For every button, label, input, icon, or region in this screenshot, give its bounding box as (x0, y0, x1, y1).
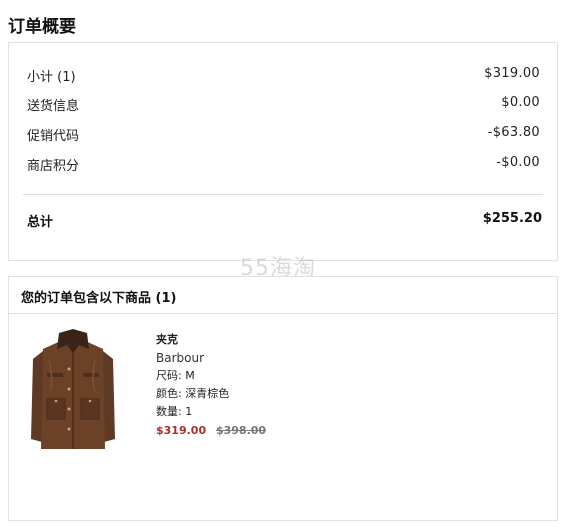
store-credit-row: 商店积分 -$0.00 (27, 155, 540, 174)
subtotal-row: 小计 (1) $319.00 (27, 66, 540, 85)
jacket-image (31, 329, 115, 449)
price-row: $319.00 $398.00 (156, 422, 266, 440)
items-header: 您的订单包含以下商品 (1) (9, 277, 557, 314)
total-label: 总计 (27, 215, 54, 230)
product-image[interactable] (29, 329, 117, 454)
product-brand: Barbour (156, 351, 205, 365)
summary-divider (23, 194, 543, 195)
shipping-row: 送货信息 $0.00 (27, 95, 540, 114)
page-title: 订单概要 (8, 17, 76, 37)
product-color: 颜色: 深青棕色 (156, 387, 230, 400)
store-credit-label: 商店积分 (27, 159, 80, 174)
product-info: 夹克 Barbour 尺码: M 颜色: 深青棕色 数量: 1 $319.00 … (156, 331, 266, 440)
subtotal-label: 小计 (1) (27, 70, 76, 85)
original-price: $398.00 (215, 424, 267, 437)
promo-row: 促销代码 -$63.80 (27, 125, 540, 144)
total-row: 总计 $255.20 (27, 211, 542, 230)
product-size: 尺码: M (156, 369, 195, 382)
product-name[interactable]: 夹克 (156, 331, 266, 349)
subtotal-value: $319.00 (484, 66, 540, 81)
store-credit-value: -$0.00 (496, 155, 540, 170)
product-quantity: 数量: 1 (156, 405, 193, 418)
shipping-value: $0.00 (501, 95, 540, 110)
promo-label: 促销代码 (27, 129, 80, 144)
order-summary-panel: 小计 (1) $319.00 送货信息 $0.00 促销代码 -$63.80 商… (8, 42, 558, 261)
order-items-panel: 您的订单包含以下商品 (1) 夹克 Barbour 尺码: M 颜色: 深青棕色… (8, 276, 558, 521)
shipping-label: 送货信息 (27, 99, 80, 114)
total-value: $255.20 (482, 211, 542, 226)
sale-price: $319.00 (156, 424, 207, 437)
promo-value: -$63.80 (487, 125, 540, 140)
